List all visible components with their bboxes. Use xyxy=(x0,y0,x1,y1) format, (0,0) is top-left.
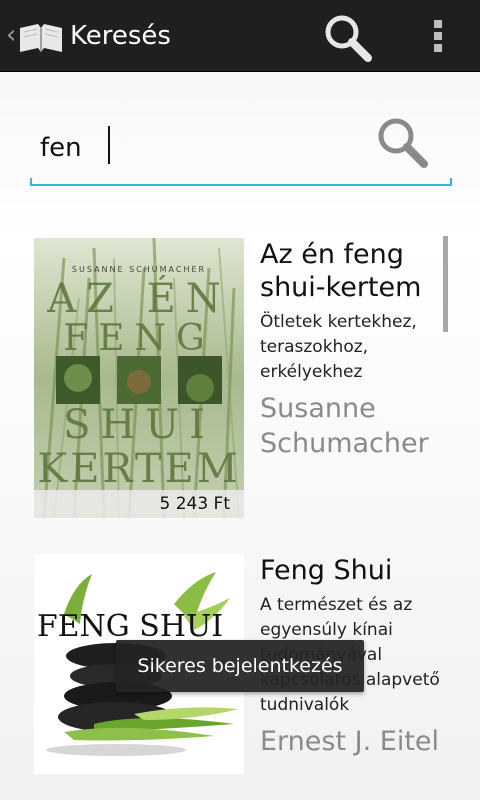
result-item[interactable]: SUSANNE SCHUMACHER AZ ÉN FENG SHUI KERTE… xyxy=(34,238,454,520)
cover-title-line: FENG xyxy=(63,318,215,359)
cover-title-line: KERTEM xyxy=(37,446,240,492)
app-book-logo-icon[interactable] xyxy=(16,18,66,58)
search-bar xyxy=(30,108,452,186)
book-info: Az én feng shui-kertem Ötletek kertekhez… xyxy=(260,238,450,461)
up-navigation-icon[interactable]: ‹ xyxy=(6,20,16,50)
cover-art: SUSANNE SCHUMACHER AZ ÉN FENG SHUI KERTE… xyxy=(34,238,244,518)
book-author: Susanne Schumacher xyxy=(260,393,429,459)
search-submit-icon[interactable] xyxy=(374,114,432,172)
overflow-menu-icon[interactable] xyxy=(426,16,450,56)
action-bar-title: Keresés xyxy=(70,21,171,51)
book-title: Az én feng shui-kertem xyxy=(260,239,422,303)
cover-title-text: FENG SHUI xyxy=(37,609,223,644)
toast-message: Sikeres bejelentkezés xyxy=(116,640,364,692)
search-underline xyxy=(30,178,452,186)
price-badge: 5 243 Ft xyxy=(34,490,244,518)
book-title: Feng Shui xyxy=(260,555,393,586)
cover-title-line: SHUI xyxy=(63,402,215,448)
action-bar: ‹ Keresés xyxy=(0,0,480,72)
book-author: Ernest J. Eitel xyxy=(260,726,440,757)
text-cursor xyxy=(108,126,110,164)
book-subtitle: Ötletek kertekhez, teraszokhoz, erkélyek… xyxy=(260,312,417,382)
cover-title-line: AZ ÉN xyxy=(46,275,231,322)
search-icon[interactable] xyxy=(320,12,376,62)
book-cover-image[interactable]: SUSANNE SCHUMACHER AZ ÉN FENG SHUI KERTE… xyxy=(34,238,244,518)
cover-author-text: SUSANNE SCHUMACHER xyxy=(72,265,206,274)
search-input[interactable] xyxy=(30,108,370,182)
scrollbar[interactable] xyxy=(443,236,448,332)
